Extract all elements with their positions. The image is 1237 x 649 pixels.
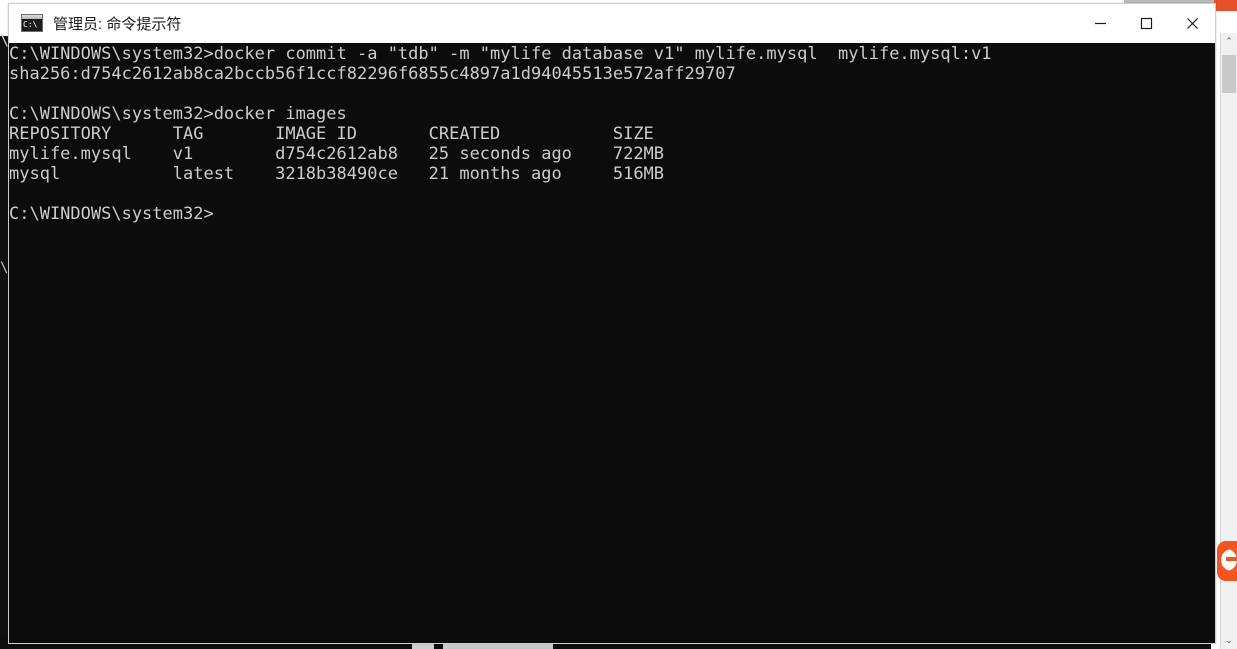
window-controls bbox=[1077, 4, 1215, 42]
scrollbar-thumb[interactable] bbox=[1222, 55, 1236, 93]
scroll-down-arrow-icon[interactable]: ⌄ bbox=[1221, 632, 1237, 649]
cmd-icon bbox=[21, 14, 43, 32]
maximize-icon bbox=[1140, 17, 1152, 29]
maximize-button[interactable] bbox=[1123, 4, 1169, 42]
close-button[interactable] bbox=[1169, 4, 1215, 42]
scroll-up-arrow-icon[interactable]: ⌃ bbox=[1221, 33, 1237, 50]
background-orange-corner bbox=[1214, 0, 1237, 11]
console-output-area[interactable]: C:\WINDOWS\system32>docker commit -a "td… bbox=[9, 43, 1215, 643]
close-icon bbox=[1186, 17, 1198, 29]
window-title: 管理员: 命令提示符 bbox=[53, 15, 182, 33]
share-widget-bar bbox=[1226, 557, 1237, 561]
minimize-icon bbox=[1094, 22, 1106, 24]
command-prompt-window: 管理员: 命令提示符 bbox=[8, 3, 1216, 644]
share-widget-icon[interactable] bbox=[1217, 541, 1237, 581]
minimize-button[interactable] bbox=[1077, 4, 1123, 42]
window-titlebar[interactable]: 管理员: 命令提示符 bbox=[9, 4, 1215, 43]
console-text: C:\WINDOWS\system32>docker commit -a "td… bbox=[9, 44, 992, 224]
screen-root: \ C: sh C: RE my my C: \ 9d ⌃ ⌄ CSDN @td… bbox=[0, 0, 1237, 649]
